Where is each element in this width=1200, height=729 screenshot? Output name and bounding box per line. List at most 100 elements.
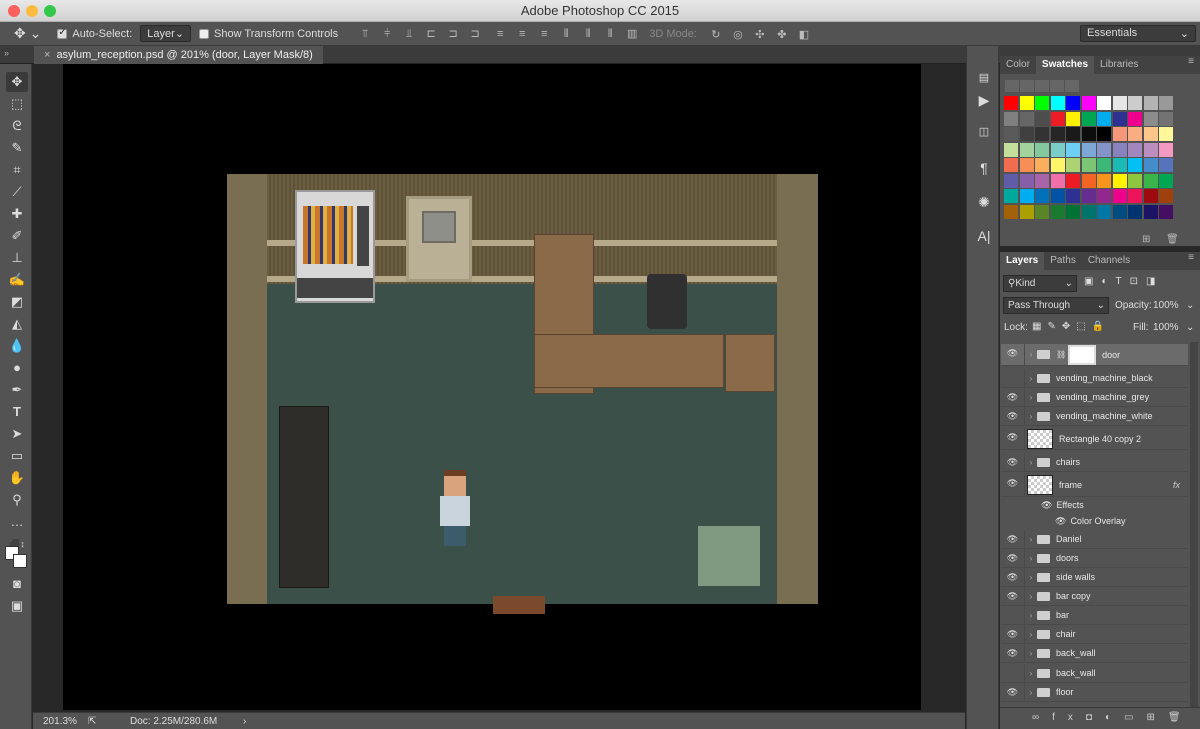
filter-adjustment-icon[interactable]: ◐ xyxy=(1101,276,1115,287)
lock-all-icon[interactable]: 🔒 xyxy=(1092,321,1110,332)
visibility-eye-icon[interactable] xyxy=(1001,606,1025,624)
lock-position-icon[interactable]: ✥ xyxy=(1062,321,1076,332)
3d-rotate-icon[interactable]: ↻ xyxy=(709,28,723,41)
more-tools-icon[interactable]: … xyxy=(6,512,28,532)
swatch[interactable] xyxy=(1004,111,1018,126)
dodge-tool-icon[interactable]: ● xyxy=(6,358,28,378)
layer-row[interactable]: 👁 Rectangle 40 copy 2 xyxy=(1001,428,1188,450)
quick-mask-icon[interactable]: ◙ xyxy=(6,574,28,594)
blend-mode-dropdown[interactable]: Pass Through ⌄ xyxy=(1003,297,1109,314)
swatch[interactable] xyxy=(1081,158,1096,172)
expand-arrow-icon[interactable]: › xyxy=(1025,350,1037,359)
visibility-eye-icon[interactable]: 👁 xyxy=(1001,587,1025,605)
swatch[interactable] xyxy=(1004,173,1018,188)
swatch[interactable] xyxy=(1019,158,1034,172)
swatch[interactable] xyxy=(1112,189,1127,203)
lock-artboard-icon[interactable]: ⬚ xyxy=(1076,321,1091,332)
visibility-eye-icon[interactable] xyxy=(1001,497,1025,513)
swatch[interactable] xyxy=(1159,204,1173,219)
distribute-bottom-icon[interactable]: ≡ xyxy=(537,28,551,40)
swatch[interactable] xyxy=(1112,173,1127,188)
lock-image-icon[interactable]: ✎ xyxy=(1047,321,1061,332)
swatch[interactable] xyxy=(1035,189,1049,203)
swatch[interactable] xyxy=(1019,189,1034,203)
swatch[interactable] xyxy=(1050,127,1065,141)
swatch[interactable] xyxy=(1004,127,1018,141)
align-left-icon[interactable]: ⊏ xyxy=(424,27,438,40)
swatch[interactable] xyxy=(1128,127,1142,141)
filter-kind-dropdown[interactable]: ⚲Kind ⌄ xyxy=(1003,275,1077,292)
swatch[interactable] xyxy=(1128,96,1142,110)
close-window-button[interactable] xyxy=(8,5,20,17)
expand-arrow-icon[interactable]: › xyxy=(1025,374,1037,383)
layers-scrollbar[interactable] xyxy=(1190,342,1198,707)
swatch[interactable] xyxy=(1050,189,1065,203)
canvas-area[interactable] xyxy=(33,64,965,712)
zoom-level[interactable]: 201.3% xyxy=(43,713,77,729)
pen-tool-icon[interactable]: ✒ xyxy=(6,380,28,400)
effect-visibility-icon[interactable]: 👁 xyxy=(1041,500,1052,511)
swatch[interactable] xyxy=(1035,142,1049,157)
layer-row[interactable]: 👁 › chairs xyxy=(1001,453,1188,472)
align-top-icon[interactable]: ⫪ xyxy=(358,28,372,40)
layer-row[interactable]: 👁 › back_wall xyxy=(1001,644,1188,663)
swatch[interactable] xyxy=(1128,111,1142,126)
path-select-tool-icon[interactable]: ➤ xyxy=(6,424,28,444)
new-group-icon[interactable]: ▭ xyxy=(1124,712,1146,723)
mask-link-icon[interactable]: ⛓ xyxy=(1056,350,1066,359)
align-right-icon[interactable]: ⊐ xyxy=(468,27,482,40)
swatch[interactable] xyxy=(1112,127,1127,141)
recent-swatch[interactable] xyxy=(1035,80,1049,92)
layer-thumbnail[interactable] xyxy=(1027,428,1053,449)
swatch[interactable] xyxy=(1081,96,1096,110)
layer-row[interactable]: 👁 › side walls xyxy=(1001,568,1188,587)
swatch[interactable] xyxy=(1128,173,1142,188)
swatch[interactable] xyxy=(1128,204,1142,219)
align-bottom-icon[interactable]: ⫫ xyxy=(402,28,416,40)
layer-row[interactable]: 👁 Effects xyxy=(1001,497,1188,513)
visibility-eye-icon[interactable] xyxy=(1001,513,1025,529)
visibility-eye-icon[interactable] xyxy=(1001,664,1025,682)
tab-layers[interactable]: Layers xyxy=(1000,252,1045,270)
filter-smart-icon[interactable]: ◨ xyxy=(1146,276,1163,287)
swatch[interactable] xyxy=(1050,111,1065,126)
recent-swatch[interactable] xyxy=(1020,80,1034,92)
swatch[interactable] xyxy=(1128,142,1142,157)
swatch[interactable] xyxy=(1019,204,1034,219)
swatch[interactable] xyxy=(1143,142,1158,157)
swatch[interactable] xyxy=(1159,142,1173,157)
clone-stamp-tool-icon[interactable]: ⊥ xyxy=(6,248,28,268)
quick-select-tool-icon[interactable]: ✎ xyxy=(6,138,28,158)
filter-type-icon[interactable]: T xyxy=(1116,276,1130,287)
brush-tool-icon[interactable]: ✐ xyxy=(6,226,28,246)
swatch[interactable] xyxy=(1004,158,1018,172)
effect-visibility-icon[interactable]: 👁 xyxy=(1055,516,1066,527)
swatch[interactable] xyxy=(1097,173,1111,188)
move-tool-icon[interactable]: ✥ xyxy=(6,72,28,92)
swatch[interactable] xyxy=(1066,204,1080,219)
layer-thumbnail[interactable] xyxy=(1027,475,1053,495)
workspace-dropdown[interactable]: Essentials ⌄ xyxy=(1080,25,1196,42)
swatch[interactable] xyxy=(1050,96,1065,110)
swatch[interactable] xyxy=(1159,189,1173,203)
rectangle-tool-icon[interactable]: ▭ xyxy=(6,446,28,466)
swatch[interactable] xyxy=(1143,96,1158,110)
swatch[interactable] xyxy=(1097,204,1111,219)
swatch[interactable] xyxy=(1097,189,1111,203)
swatch[interactable] xyxy=(1112,142,1127,157)
swatch[interactable] xyxy=(1128,189,1142,203)
background-color-swatch[interactable] xyxy=(13,554,27,568)
add-mask-icon[interactable]: ◘ xyxy=(1086,712,1105,723)
swatch[interactable] xyxy=(1097,96,1111,110)
swatch[interactable] xyxy=(1159,173,1173,188)
swatch[interactable] xyxy=(1004,96,1018,110)
swatch[interactable] xyxy=(1066,173,1080,188)
history-brush-tool-icon[interactable]: ✍ xyxy=(6,270,28,290)
swatch[interactable] xyxy=(1019,127,1034,141)
swatch[interactable] xyxy=(1035,96,1049,110)
visibility-eye-icon[interactable]: 👁 xyxy=(1001,625,1025,643)
swatch[interactable] xyxy=(1081,127,1096,141)
visibility-eye-icon[interactable] xyxy=(1001,369,1025,387)
expand-arrow-icon[interactable]: › xyxy=(1025,630,1037,639)
swatch[interactable] xyxy=(1159,111,1173,126)
